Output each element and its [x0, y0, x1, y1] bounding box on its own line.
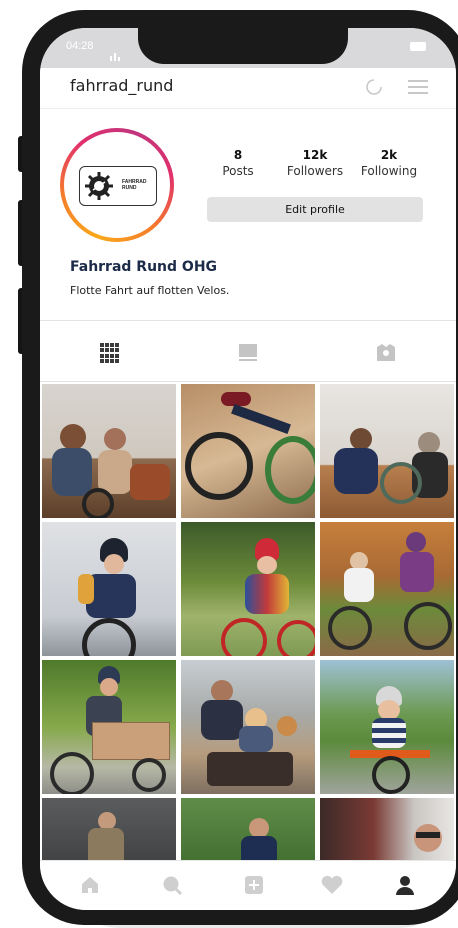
grid-icon[interactable]	[100, 343, 121, 363]
post-thumbnail[interactable]	[181, 798, 315, 860]
tagged-icon[interactable]	[376, 343, 396, 363]
gear-icon	[85, 172, 113, 200]
logo-line-2: RUND	[122, 185, 137, 191]
feed-icon[interactable]	[238, 343, 258, 363]
profile-icon[interactable]	[395, 875, 415, 895]
add-post-icon[interactable]	[244, 875, 264, 895]
heart-icon[interactable]	[320, 875, 344, 895]
battery-icon	[410, 42, 426, 51]
status-time: 04:28	[66, 40, 94, 52]
profile-tabs	[40, 320, 456, 382]
post-thumbnail[interactable]	[181, 384, 315, 518]
post-thumbnail[interactable]	[181, 660, 315, 794]
post-thumbnail[interactable]	[320, 660, 454, 794]
post-thumbnail[interactable]	[42, 522, 176, 656]
stat-followers[interactable]: 12k Followers	[280, 148, 350, 178]
post-thumbnail[interactable]	[42, 660, 176, 794]
post-thumbnail[interactable]	[320, 798, 454, 860]
refresh-icon[interactable]	[365, 78, 383, 96]
profile-bio: Flotte Fahrt auf flotten Velos.	[70, 284, 230, 297]
photo-grid	[40, 382, 456, 860]
home-icon[interactable]	[80, 875, 100, 895]
post-thumbnail[interactable]	[42, 384, 176, 518]
following-label: Following	[360, 164, 418, 178]
following-count: 2k	[380, 148, 398, 162]
brand-logo: FAHRRAD RUND	[79, 166, 157, 206]
hamburger-menu-icon[interactable]	[408, 80, 428, 98]
post-thumbnail[interactable]	[42, 798, 176, 860]
bottom-navigation	[40, 860, 456, 910]
signal-icon	[110, 42, 122, 61]
app-screen: 04:28 fahrrad_rund FAHRRAD RUND 8 Posts …	[40, 28, 456, 910]
edit-profile-button[interactable]: Edit profile	[207, 197, 423, 222]
post-thumbnail[interactable]	[181, 522, 315, 656]
avatar-inner: FAHRRAD RUND	[64, 132, 170, 238]
logo-wordmark: FAHRRAD RUND	[122, 179, 154, 191]
post-thumbnail[interactable]	[320, 384, 454, 518]
profile-name: Fahrrad Rund OHG	[70, 259, 218, 275]
followers-label: Followers	[286, 164, 344, 178]
avatar[interactable]: FAHRRAD RUND	[60, 128, 174, 242]
app-header: fahrrad_rund	[40, 68, 456, 109]
posts-count: 8	[233, 148, 243, 162]
search-icon[interactable]	[162, 875, 182, 895]
post-thumbnail[interactable]	[320, 522, 454, 656]
stat-posts[interactable]: 8 Posts	[203, 148, 273, 178]
followers-count: 12k	[302, 148, 328, 162]
stat-following[interactable]: 2k Following	[354, 148, 424, 178]
posts-label: Posts	[222, 164, 254, 178]
header-username: fahrrad_rund	[70, 76, 174, 95]
camera-notch	[138, 28, 348, 64]
